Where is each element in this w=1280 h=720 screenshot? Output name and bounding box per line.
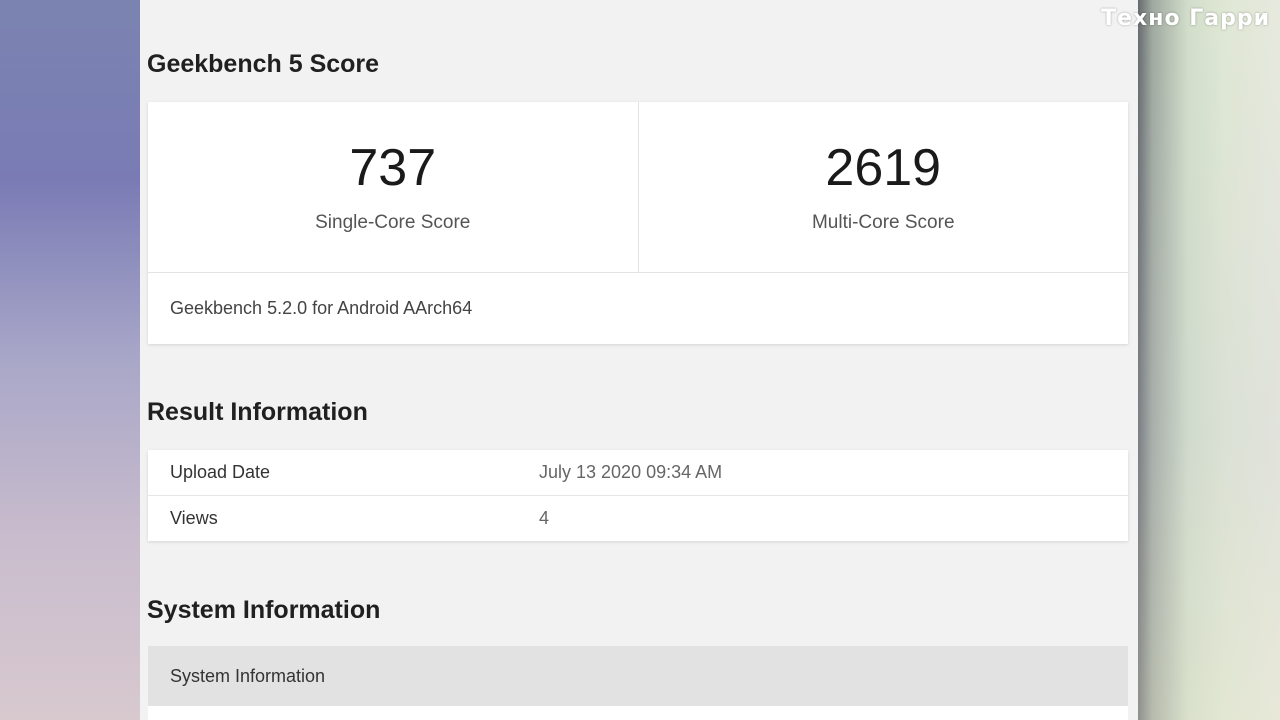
background-left — [0, 0, 140, 720]
table-row: Views 4 — [148, 495, 1128, 541]
score-card: 737 Single-Core Score 2619 Multi-Core Sc… — [148, 102, 1128, 344]
multi-core-cell: 2619 Multi-Core Score — [637, 102, 1129, 272]
single-core-score: 737 — [349, 139, 437, 197]
result-information-title: Result Information — [147, 398, 368, 426]
results-page: Geekbench 5 Score 737 Single-Core Score … — [140, 0, 1138, 720]
version-text: Geekbench 5.2.0 for Android AArch64 — [170, 298, 473, 318]
upload-date-value: July 13 2020 09:34 AM — [539, 462, 723, 482]
multi-core-label: Multi-Core Score — [811, 212, 955, 233]
single-core-cell: 737 Single-Core Score — [148, 102, 638, 272]
table-row: Upload Date July 13 2020 09:34 AM — [148, 450, 1128, 495]
background-right-shade — [1138, 0, 1280, 720]
upload-date-key: Upload Date — [170, 462, 271, 482]
system-information-header: System Information — [148, 646, 1128, 706]
system-information-title: System Information — [147, 596, 381, 624]
channel-watermark: Техно Гарри — [1101, 6, 1270, 31]
single-core-label: Single-Core Score — [315, 212, 471, 233]
multi-core-score: 2619 — [825, 139, 942, 197]
result-information-table: Upload Date July 13 2020 09:34 AM Views … — [148, 450, 1128, 541]
views-key: Views — [170, 508, 218, 528]
table-row — [148, 706, 1128, 720]
geekbench-score-title: Geekbench 5 Score — [147, 50, 380, 78]
scores-row: 737 Single-Core Score 2619 Multi-Core Sc… — [148, 102, 1128, 273]
views-value: 4 — [539, 508, 550, 528]
